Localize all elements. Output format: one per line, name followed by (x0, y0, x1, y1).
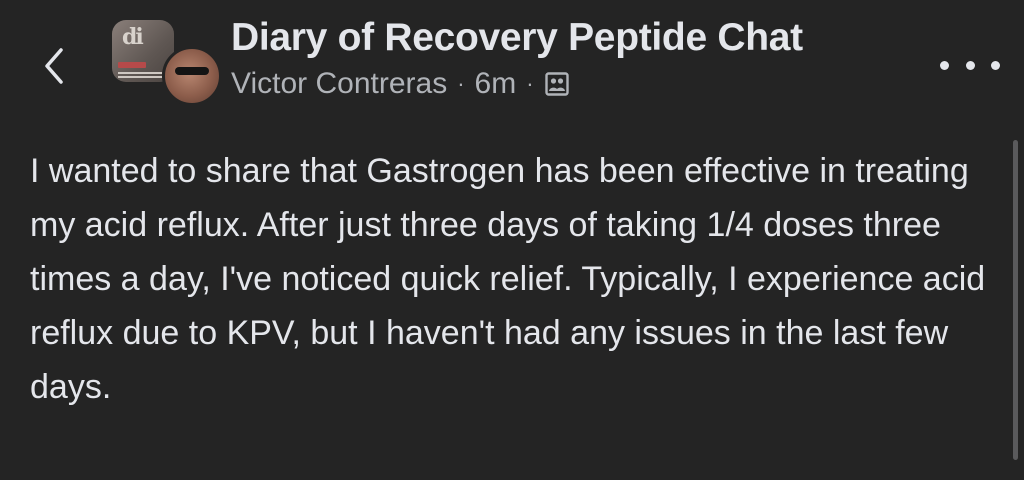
meta-separator: · (526, 71, 534, 96)
post-timestamp[interactable]: 6m (475, 66, 517, 102)
group-avatar[interactable]: di (108, 16, 222, 106)
meta-separator: · (457, 71, 465, 96)
more-horizontal-icon (940, 60, 949, 70)
group-members-icon (544, 71, 570, 97)
more-options-button[interactable] (940, 50, 1000, 80)
author-name-link[interactable]: Victor Contreras (231, 66, 447, 102)
post-title-block: Diary of Recovery Peptide Chat Victor Co… (231, 14, 931, 102)
group-logo-mark: di (122, 24, 144, 50)
post-text: I wanted to share that Gastrogen has bee… (30, 152, 986, 406)
post-meta: Victor Contreras · 6m · (231, 66, 931, 102)
group-name-link[interactable]: Diary of Recovery Peptide Chat (231, 14, 931, 62)
scrollbar[interactable] (1013, 140, 1018, 460)
back-button[interactable] (28, 40, 80, 92)
chevron-left-icon (45, 48, 63, 84)
author-avatar (162, 46, 222, 106)
post-header: di Diary of Recovery Peptide Chat Victor… (0, 0, 1024, 120)
